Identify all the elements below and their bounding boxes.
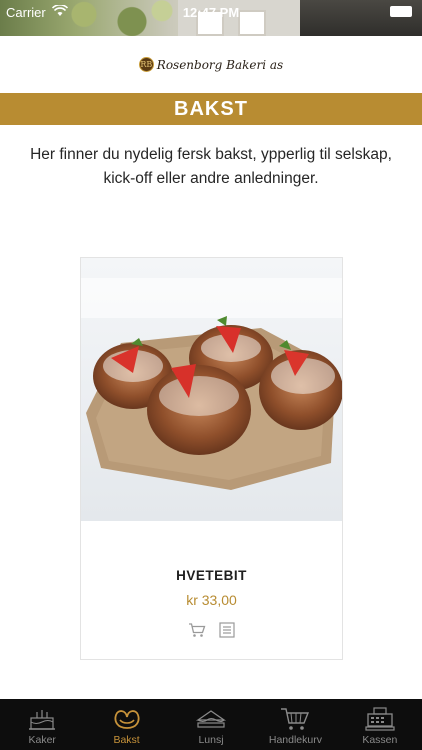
- tab-kaker[interactable]: Kaker: [0, 699, 84, 750]
- pastry-photo: [81, 258, 342, 521]
- tab-handlekurv[interactable]: Handlekurv: [253, 699, 337, 750]
- sandwich-icon: [195, 705, 227, 733]
- product-name: HVETEBIT: [176, 568, 247, 583]
- tab-label: Lunsj: [198, 734, 224, 746]
- register-icon: [364, 705, 396, 733]
- product-image[interactable]: [81, 258, 342, 521]
- cake-icon: [26, 705, 58, 733]
- add-to-cart-button[interactable]: [187, 621, 207, 639]
- tab-kassen[interactable]: Kassen: [338, 699, 422, 750]
- tab-label: Handlekurv: [268, 734, 322, 746]
- status-time: 12:47 PM: [182, 4, 240, 20]
- product-card[interactable]: HVETEBIT kr 33,00: [80, 257, 343, 660]
- tab-label: Bakst: [113, 734, 140, 746]
- section-intro: Her finner du nydelig fersk bakst, ypper…: [30, 146, 392, 187]
- tab-label: Kaker: [28, 734, 56, 746]
- status-bar: Carrier 12:47 PM: [0, 0, 422, 36]
- cart-icon: [188, 623, 205, 637]
- product-details-button[interactable]: [217, 621, 237, 639]
- tab-lunsj[interactable]: Lunsj: [169, 699, 253, 750]
- tab-label: Kassen: [362, 734, 398, 746]
- section-banner: BAKST: [0, 93, 422, 125]
- brand-logo-icon: RB: [138, 57, 154, 72]
- details-icon: [218, 622, 235, 638]
- logo-header: RB Rosenborg Bakeri as: [0, 36, 422, 93]
- status-row: Carrier 12:47 PM: [0, 3, 422, 21]
- cart-icon: [279, 705, 311, 733]
- battery-icon: [390, 6, 412, 17]
- pretzel-icon: [111, 705, 143, 733]
- tab-bakst[interactable]: Bakst: [84, 699, 168, 750]
- product-price: kr 33,00: [186, 592, 237, 608]
- tab-bar: Kaker Bakst Lunsj Handlekurv Kassen: [0, 699, 422, 750]
- product-actions: [81, 621, 342, 641]
- brand-name: Rosenborg Bakeri as: [156, 57, 284, 72]
- section-title: BAKST: [174, 97, 248, 120]
